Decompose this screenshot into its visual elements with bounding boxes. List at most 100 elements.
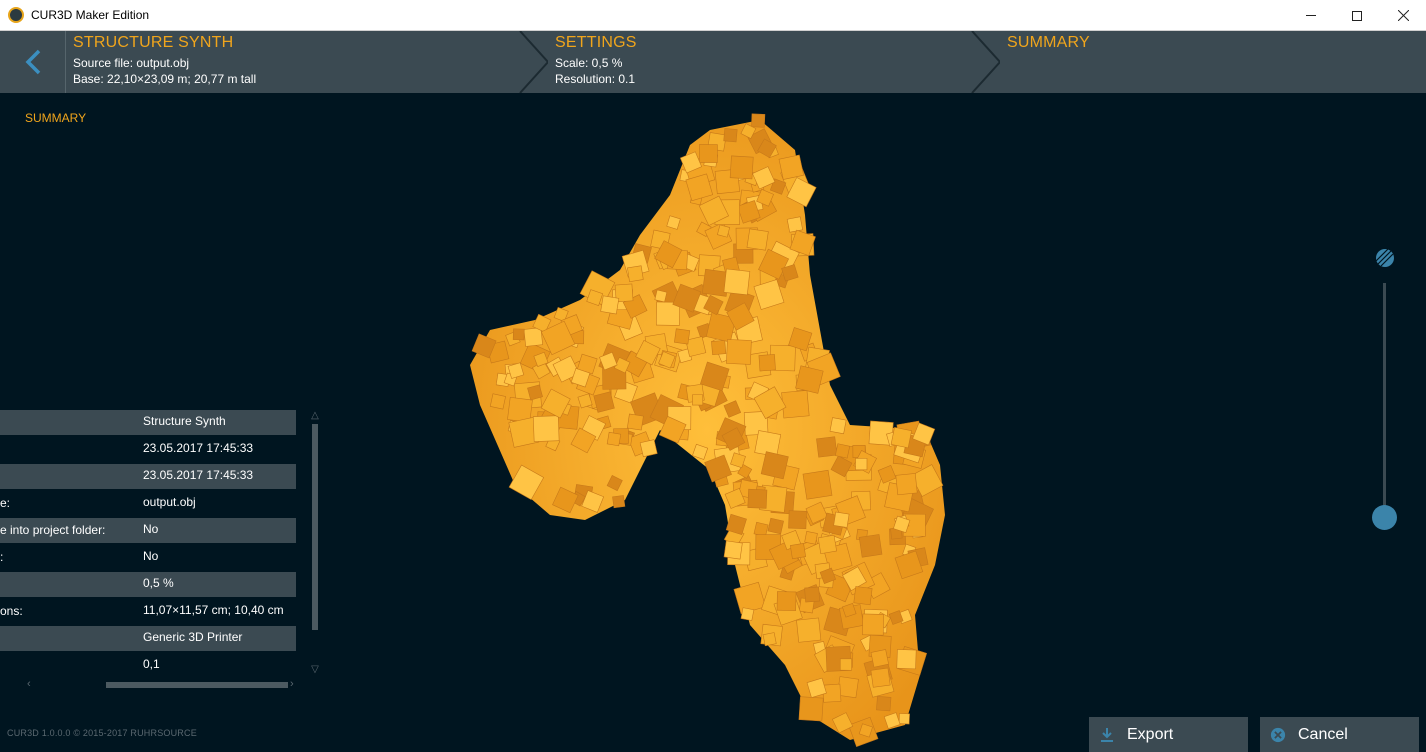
voxel-cube	[855, 458, 868, 471]
voxel-cube	[489, 393, 506, 410]
voxel-cube	[760, 451, 789, 480]
table-vertical-scrollbar[interactable]: △ ▽	[309, 410, 321, 678]
voxel-cube	[896, 649, 917, 670]
voxel-cube	[798, 696, 824, 722]
voxel-cube	[699, 144, 718, 163]
row-value: Generic 3D Printer	[143, 630, 243, 644]
step-separator	[971, 31, 1000, 93]
table-row: 23.05.2017 17:45:33	[0, 437, 296, 462]
scrollbar-thumb[interactable]	[312, 424, 318, 630]
maximize-button[interactable]	[1334, 0, 1380, 31]
row-value: 0,5 %	[143, 576, 174, 590]
voxel-cube	[758, 354, 776, 372]
table-row: Generic 3D Printer	[0, 626, 296, 651]
voxel-cube	[890, 426, 912, 449]
voxel-cube	[829, 417, 847, 435]
voxel-cube	[740, 607, 755, 621]
row-value: 0,1	[143, 657, 160, 671]
voxel-cube	[796, 617, 822, 643]
cancel-button[interactable]: Cancel	[1260, 717, 1419, 752]
table-row: Structure Synth	[0, 410, 296, 435]
voxel-cube	[802, 469, 833, 500]
download-icon	[1099, 727, 1115, 743]
table-horizontal-scrollbar[interactable]: ‹ ›	[24, 678, 300, 692]
voxel-cube	[751, 113, 766, 128]
step-summary[interactable]: SUMMARY	[1000, 31, 1420, 93]
export-label: Export	[1127, 725, 1174, 743]
voxel-cube	[606, 431, 622, 447]
step-title: SUMMARY	[1007, 34, 1090, 51]
voxel-cube	[746, 228, 769, 251]
voxel-cube	[674, 328, 691, 345]
step-separator	[519, 31, 548, 93]
voxel-cube	[789, 543, 807, 560]
scroll-right-icon[interactable]: ›	[290, 678, 294, 690]
voxel-cube	[898, 713, 910, 725]
step-structure-synth[interactable]: STRUCTURE SYNTH Source file: output.obj …	[66, 31, 520, 93]
zoom-icon	[1375, 248, 1394, 267]
cancel-label: Cancel	[1298, 725, 1348, 743]
voxel-cube	[853, 586, 873, 606]
voxel-cube	[776, 591, 797, 611]
step-title: SETTINGS	[555, 34, 637, 51]
summary-table: Structure Synth 23.05.2017 17:45:33 23.0…	[0, 410, 296, 680]
zoom-track[interactable]	[1383, 283, 1386, 519]
voxel-cube	[817, 534, 837, 555]
voxel-cube	[723, 128, 738, 143]
scrollbar-thumb[interactable]	[106, 682, 288, 688]
voxel-cube	[795, 365, 824, 394]
voxel-cube	[816, 436, 838, 458]
voxel-cube	[876, 695, 892, 712]
scroll-down-icon[interactable]: ▽	[309, 664, 321, 676]
wizard-header: STRUCTURE SYNTH Source file: output.obj …	[0, 31, 1426, 93]
voxel-cube	[600, 295, 620, 315]
base-dimensions-text: Base: 22,10×23,09 m; 20,77 m tall	[73, 72, 257, 86]
voxel-cube	[523, 327, 543, 347]
close-icon	[1397, 10, 1409, 21]
voxel-cube	[870, 667, 891, 688]
voxel-cube	[804, 531, 818, 545]
voxel-cube	[729, 155, 754, 180]
scroll-up-icon[interactable]: △	[309, 410, 321, 422]
summary-heading: SUMMARY	[25, 111, 87, 125]
window-title: CUR3D Maker Edition	[31, 8, 150, 22]
voxel-cube	[717, 224, 731, 238]
voxel-cube	[839, 658, 852, 671]
scale-text: Scale: 0,5 %	[555, 56, 623, 70]
row-value: No	[143, 549, 159, 563]
voxel-cube	[711, 339, 727, 356]
table-row: e into project folder: No	[0, 518, 296, 543]
voxel-cube	[767, 517, 784, 535]
model-3d-viewport[interactable]	[340, 95, 1100, 750]
voxel-cube	[692, 394, 704, 406]
minimize-button[interactable]	[1288, 0, 1334, 31]
voxel-cube	[788, 510, 807, 530]
voxel-cube	[858, 534, 883, 558]
zoom-handle[interactable]	[1372, 505, 1397, 530]
resolution-text: Resolution: 0.1	[555, 72, 636, 86]
voxel-cube	[726, 339, 752, 365]
voxel-cube	[747, 488, 768, 509]
voxel-cube	[654, 289, 668, 303]
zoom-slider[interactable]	[1370, 245, 1400, 535]
row-value: 23.05.2017 17:45:33	[143, 468, 254, 482]
back-button[interactable]	[0, 31, 66, 93]
row-value: output.obj	[143, 495, 196, 509]
voxel-cube	[895, 473, 918, 496]
cancel-circle-icon	[1270, 727, 1286, 743]
row-key: e:	[0, 496, 11, 510]
row-key: ons:	[0, 604, 23, 618]
voxel-cube	[723, 540, 743, 560]
voxel-cube	[512, 328, 525, 341]
voxel-cube	[612, 495, 626, 509]
table-row: 23.05.2017 17:45:33	[0, 464, 296, 489]
voxel-cube	[804, 586, 821, 603]
voxel-cube	[762, 632, 777, 647]
voxel-cube	[786, 216, 804, 233]
scroll-left-icon[interactable]: ‹	[27, 678, 31, 690]
version-footer: CUR3D 1.0.0.0 © 2015-2017 RUHRSOURCE	[7, 728, 197, 738]
close-button[interactable]	[1380, 0, 1426, 31]
row-key: e into project folder:	[0, 523, 106, 537]
step-settings[interactable]: SETTINGS Scale: 0,5 % Resolution: 0.1	[548, 31, 972, 93]
export-button[interactable]: Export	[1089, 717, 1248, 752]
